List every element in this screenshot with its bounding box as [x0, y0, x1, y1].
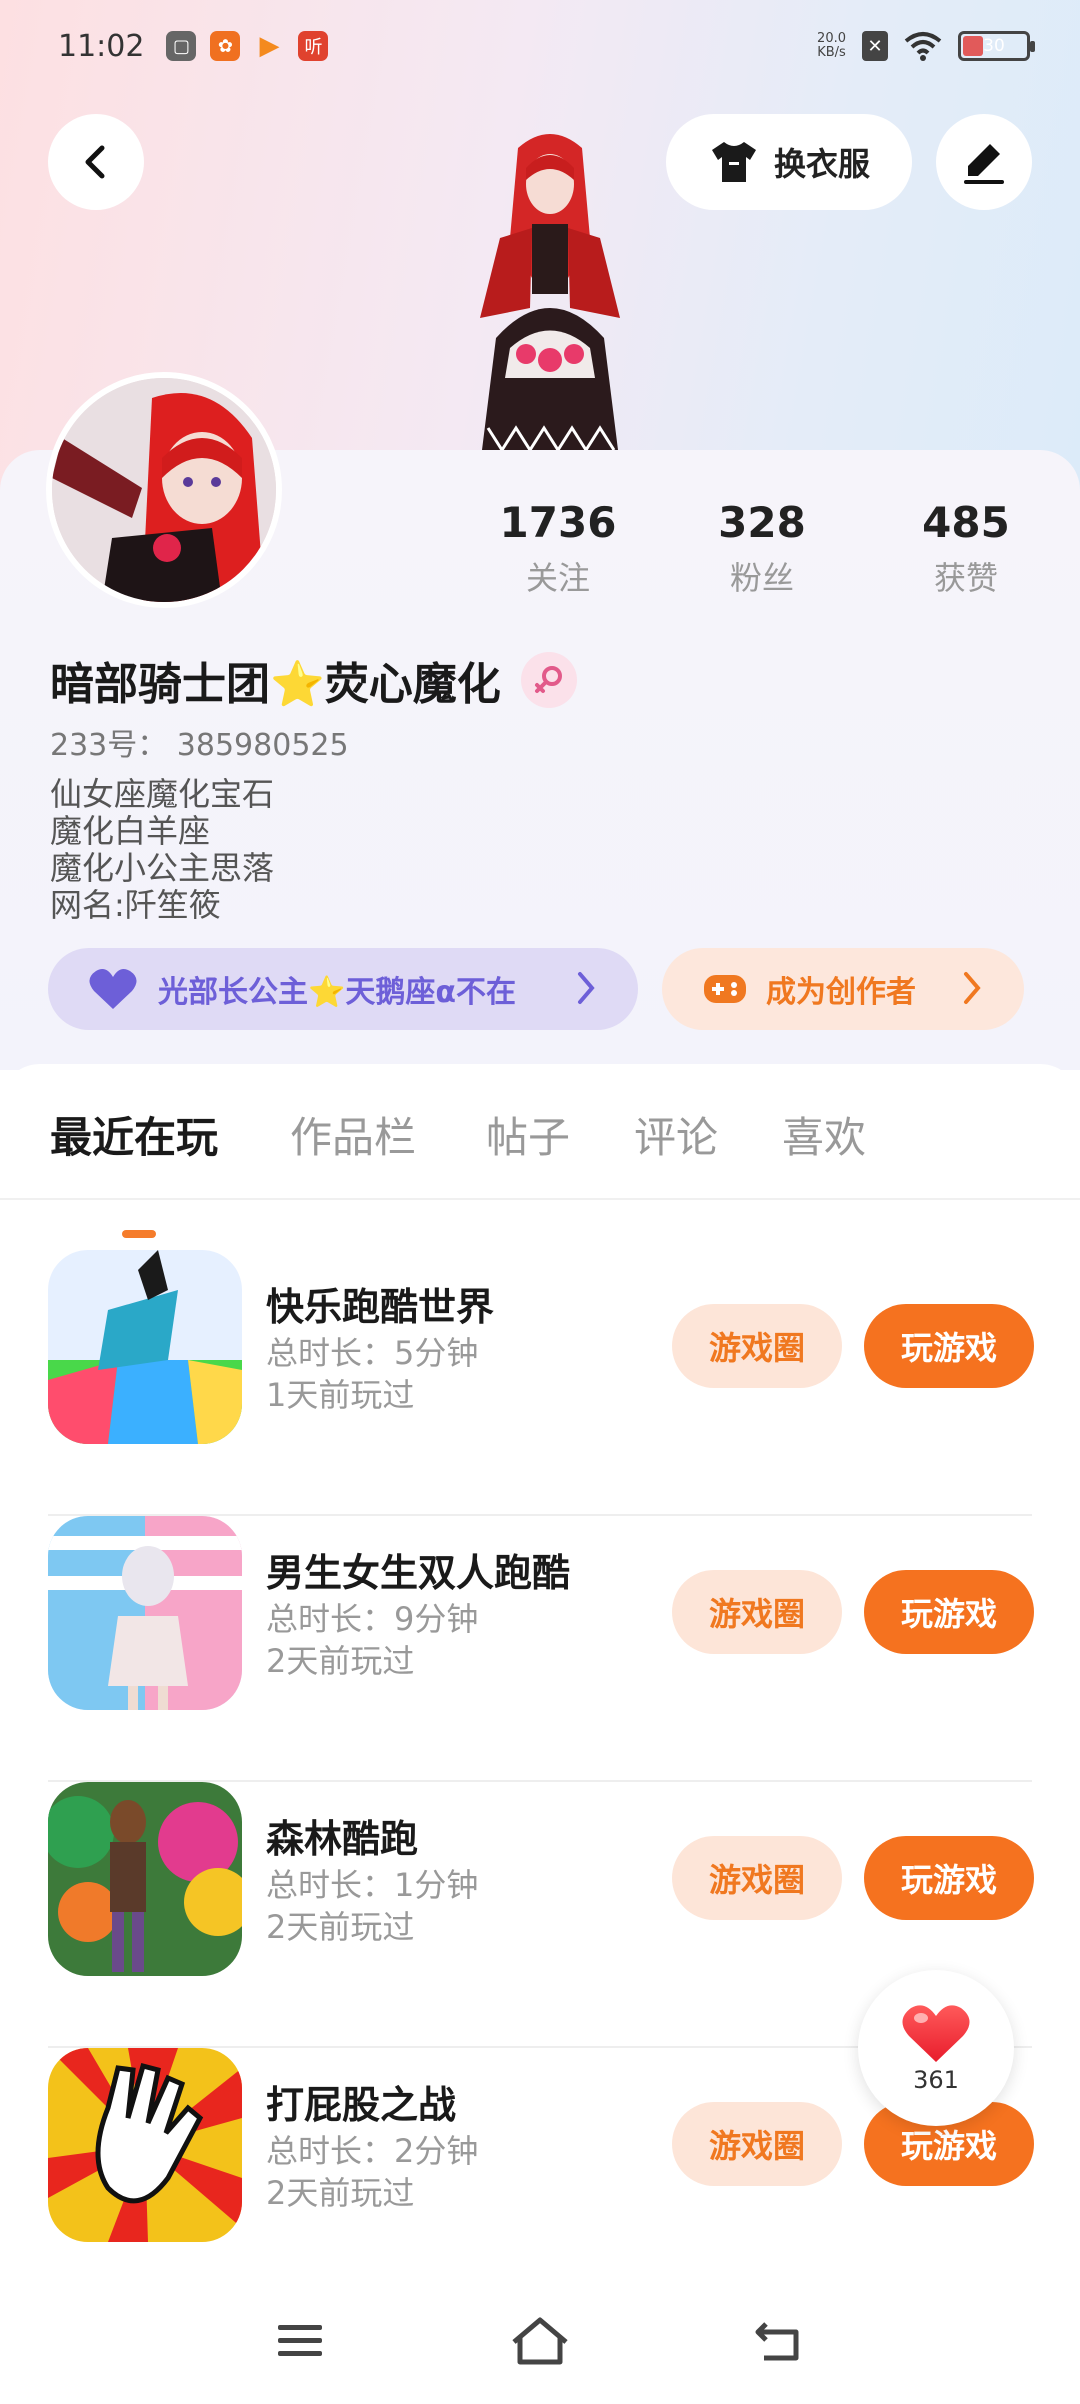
game-title: 快乐跑酷世界 — [266, 1285, 495, 1329]
back-arrow-icon — [85, 145, 105, 179]
nickname: 暗部骑士团⭐荧心魔化 — [50, 659, 501, 710]
game-duration: 总时长：5分钟 — [266, 1334, 479, 1372]
guild-chip[interactable]: 光部长公主⭐天鹅座α不在 — [48, 948, 638, 1030]
status-bar: 11:02 ▢ ✿ ▶ 听 20.0 KB/s ✕ 30 — [0, 0, 1080, 92]
game-last-played: 2天前玩过 — [266, 1642, 415, 1680]
bio-line: 网名:阡笙筱 — [50, 886, 221, 924]
bio-line: 魔化小公主思落 — [50, 849, 275, 887]
game-title: 森林酷跑 — [266, 1817, 419, 1861]
guild-chip-label: 光部长公主⭐天鹅座α不在 — [158, 975, 516, 1010]
game-icon[interactable] — [48, 1782, 242, 1976]
tab-bar: 最近在玩 作品栏 帖子 评论 喜欢 — [0, 1104, 1080, 1238]
game-circle-button[interactable]: 游戏圈 — [672, 2102, 842, 2186]
menu-nav-button[interactable] — [260, 2306, 340, 2376]
edit-pen-icon — [964, 144, 1004, 184]
game-icon[interactable] — [48, 1250, 242, 1444]
user-id: 233号： 385980525 — [50, 728, 349, 763]
game-circle-button[interactable]: 游戏圈 — [672, 1304, 842, 1388]
female-icon — [520, 652, 577, 708]
become-creator-label: 成为创作者 — [766, 975, 916, 1010]
grey-app-icon: ▢ — [166, 31, 197, 61]
game-row[interactable]: 快乐跑酷世界 总时长：5分钟 1天前玩过 游戏圈 玩游戏 — [48, 1250, 1034, 1516]
stat-fans[interactable]: 328 粉丝 — [682, 498, 842, 599]
game-duration: 总时长：1分钟 — [266, 1866, 479, 1904]
menu-icon — [278, 2325, 322, 2356]
tab-comments[interactable]: 评论 — [634, 1104, 718, 1165]
return-icon — [755, 2322, 799, 2361]
game-meta: 总时长：2分钟 2天前玩过 — [266, 2130, 478, 2214]
back-nav-button[interactable] — [740, 2306, 820, 2376]
game-meta: 总时长：9分钟 2天前玩过 — [266, 1598, 478, 1682]
chevron-right-icon — [578, 972, 595, 1004]
heart-icon — [902, 2005, 970, 2062]
bio: 仙女座魔化宝石 魔化白羊座 魔化小公主思落 网名:阡笙筱 — [50, 776, 274, 924]
play-game-button[interactable]: 玩游戏 — [864, 1304, 1034, 1388]
heart-icon — [89, 969, 137, 1009]
play-app-icon: ▶ — [259, 31, 280, 61]
become-creator-chip[interactable]: 成为创作者 — [662, 948, 1024, 1030]
game-last-played: 2天前玩过 — [266, 1908, 415, 1946]
game-meta: 总时长：1分钟 2天前玩过 — [266, 1864, 478, 1948]
edit-profile-button[interactable] — [936, 114, 1032, 210]
avatar-character-illustration — [480, 134, 620, 450]
tab-likes[interactable]: 喜欢 — [782, 1104, 866, 1165]
stat-likes[interactable]: 485 获赞 — [886, 498, 1046, 599]
network-speed: 20.0 KB/s — [817, 31, 846, 60]
game-icon[interactable] — [48, 1516, 242, 1710]
dress-up-label: 换衣服 — [773, 145, 870, 183]
game-last-played: 1天前玩过 — [266, 1376, 415, 1414]
dress-up-button[interactable]: 换衣服 — [666, 114, 912, 210]
home-nav-button[interactable] — [500, 2306, 580, 2376]
game-icon[interactable] — [48, 2048, 242, 2242]
listen-app-icon: 听 — [298, 31, 329, 61]
tshirt-icon — [711, 142, 756, 182]
game-last-played: 2天前玩过 — [266, 2174, 415, 2212]
gamepad-icon — [704, 975, 746, 1003]
chevron-right-icon — [964, 972, 981, 1004]
tab-recently-played[interactable]: 最近在玩 — [50, 1104, 218, 1165]
like-count: 361 — [913, 2066, 959, 2094]
game-circle-button[interactable]: 游戏圈 — [672, 1570, 842, 1654]
back-button[interactable] — [48, 114, 144, 210]
tab-posts[interactable]: 帖子 — [486, 1104, 570, 1165]
orange-app-icon: ✿ — [210, 31, 241, 61]
close-notification-icon: ✕ — [862, 31, 888, 61]
profile-stats: 1736 关注 328 粉丝 485 获赞 — [0, 498, 1080, 598]
game-duration: 总时长：2分钟 — [266, 2132, 479, 2170]
game-circle-button[interactable]: 游戏圈 — [672, 1836, 842, 1920]
game-title: 打屁股之战 — [266, 2083, 457, 2127]
tabs-divider — [0, 1198, 1080, 1200]
tab-indicator — [122, 1230, 156, 1238]
game-duration: 总时长：9分钟 — [266, 1600, 479, 1638]
game-meta: 总时长：5分钟 1天前玩过 — [266, 1332, 478, 1416]
bio-line: 仙女座魔化宝石 — [50, 775, 275, 813]
stat-following[interactable]: 1736 关注 — [478, 498, 638, 599]
nickname-row: 暗部骑士团⭐荧心魔化 — [50, 648, 577, 712]
play-game-button[interactable]: 玩游戏 — [864, 1836, 1034, 1920]
bio-line: 魔化白羊座 — [50, 812, 211, 850]
battery-icon: 30 — [958, 31, 1035, 61]
home-icon — [512, 2317, 568, 2365]
game-row[interactable]: 男生女生双人跑酷 总时长：9分钟 2天前玩过 游戏圈 玩游戏 — [48, 1516, 1034, 1782]
tab-works[interactable]: 作品栏 — [290, 1104, 416, 1165]
play-game-button[interactable]: 玩游戏 — [864, 1570, 1034, 1654]
wifi-icon — [904, 32, 942, 61]
like-floating-button[interactable]: 361 — [858, 1970, 1014, 2126]
game-title: 男生女生双人跑酷 — [266, 1551, 571, 1595]
status-time: 11:02 — [58, 28, 145, 64]
system-navigation-bar — [0, 2278, 1080, 2404]
